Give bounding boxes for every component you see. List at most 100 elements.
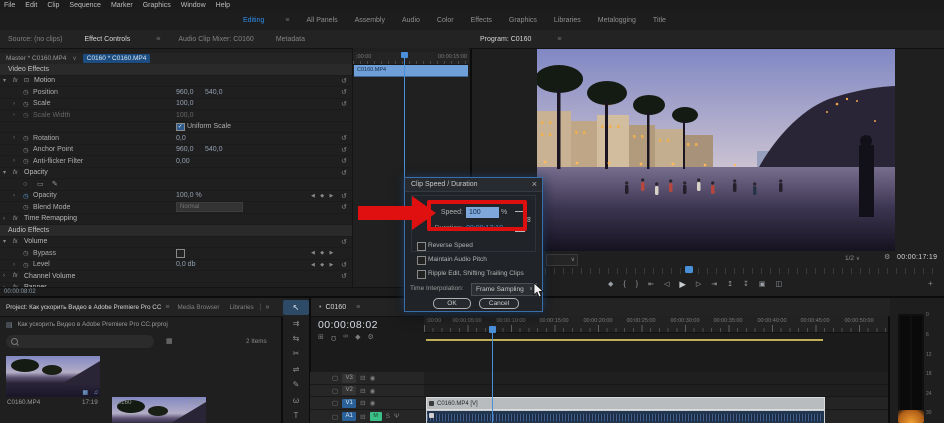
zoom-level-dropdown[interactable]: ∨ (546, 254, 578, 266)
blend-mode-dropdown[interactable]: Normal (176, 202, 243, 213)
ripple-edit-tool[interactable]: ⇆ (283, 331, 309, 346)
ec-mini-ruler[interactable]: ;00:00 00:00:15:00 (353, 52, 469, 65)
stopwatch-icon[interactable]: ◷ (23, 157, 29, 165)
position-y-value[interactable]: 540,0 (205, 89, 223, 96)
ok-button[interactable]: OK (433, 298, 471, 309)
ec-row-opacity[interactable]: › ◷ Opacity 100,0 % ◀ ◆ ▶ ↺ (0, 191, 352, 202)
sync-lock-icon[interactable]: ⊟ (360, 387, 365, 395)
fx-badge-icon[interactable]: fx (13, 239, 18, 245)
project-bin-row[interactable]: ▤ Как ускорить Видео в Adobe Premiere Pr… (0, 318, 279, 331)
fx-badge-icon[interactable]: fx (13, 78, 18, 84)
lift-icon[interactable]: ↥ (727, 280, 733, 288)
fx-badge-icon[interactable]: fx (13, 273, 18, 279)
panel-menu-icon[interactable]: ≡ (356, 304, 360, 311)
tab-sequence[interactable]: C0160 (325, 304, 346, 311)
add-marker-icon[interactable]: ◆ (355, 333, 360, 341)
maintain-audio-pitch-checkbox[interactable] (417, 256, 426, 265)
reset-icon[interactable]: ↺ (341, 100, 347, 108)
timeline-settings-icon[interactable]: ⊞ (318, 333, 324, 341)
track-badge[interactable]: V1 (342, 398, 357, 408)
reset-icon[interactable]: ↺ (341, 238, 347, 246)
ec-row-blend-mode[interactable]: ◷ Blend Mode Normal ↺ (0, 202, 352, 214)
reset-icon[interactable]: ↺ (341, 134, 347, 142)
pen-mask-icon[interactable]: ✎ (52, 180, 58, 188)
track-lane-v3[interactable] (424, 372, 888, 385)
workspace-title[interactable]: Title (653, 17, 666, 24)
menu-clip[interactable]: Clip (47, 2, 59, 9)
rotation-value[interactable]: 0,0 (176, 135, 186, 142)
tab-project[interactable]: Project: Как ускорить Видео в Adobe Prem… (6, 304, 161, 311)
sync-lock-icon[interactable]: ⊟ (360, 413, 365, 421)
track-lane-v2[interactable] (424, 385, 888, 397)
stopwatch-icon[interactable]: ◷ (23, 146, 29, 154)
tab-audio-clip-mixer[interactable]: Audio Clip Mixer: C0160 (178, 36, 253, 43)
ec-mini-clip[interactable]: C0160.MP4 (354, 65, 468, 77)
button-editor-plus-icon[interactable]: + (928, 279, 933, 288)
workspace-assembly[interactable]: Assembly (355, 17, 385, 24)
pen-tool[interactable]: ✎ (283, 377, 309, 392)
play-icon[interactable]: ▶ (679, 279, 686, 290)
timeline-playhead-line[interactable] (492, 327, 493, 423)
anchor-y-value[interactable]: 540,0 (205, 146, 223, 153)
anti-flicker-value[interactable]: 0,00 (176, 158, 190, 165)
tab-effect-controls[interactable]: Effect Controls (84, 36, 130, 43)
ec-clip-tab[interactable]: C0160 * C0160.MP4 (82, 54, 151, 63)
expand-icon[interactable]: ▾ (3, 169, 10, 176)
workspace-effects[interactable]: Effects (471, 17, 492, 24)
ec-row-time-remapping[interactable]: › fx Time Remapping (0, 214, 352, 225)
tab-metadata[interactable]: Metadata (276, 36, 305, 43)
export-frame-icon[interactable]: ▣ (759, 280, 766, 288)
expand-icon[interactable]: › (3, 273, 10, 279)
menu-file[interactable]: File (4, 2, 15, 9)
sync-lock-icon[interactable]: ⊟ (360, 374, 365, 382)
mark-out-icon[interactable]: } (636, 281, 638, 288)
tab-source[interactable]: Source: (no clips) (8, 36, 62, 43)
more-tabs-icon[interactable]: » (265, 304, 269, 311)
close-icon[interactable]: × (532, 179, 537, 189)
time-interpolation-dropdown[interactable]: Frame Sampling ∨ (471, 283, 537, 296)
tab-libraries[interactable]: Libraries (230, 304, 254, 311)
settings-wrench-icon[interactable]: ⚙ (884, 253, 890, 261)
stopwatch-icon[interactable]: ◷ (23, 249, 29, 257)
menu-help[interactable]: Help (216, 2, 230, 9)
toggle-track-output-icon[interactable]: ◉ (370, 399, 376, 407)
track-badge[interactable]: A1 (342, 412, 357, 421)
ec-playhead-marker[interactable] (401, 52, 408, 58)
ec-row-rotation[interactable]: › ◷ Rotation 0,0 ↺ (0, 133, 352, 145)
bypass-checkbox[interactable] (176, 249, 185, 258)
ec-row-scale[interactable]: › ◷ Scale 100,0 ↺ (0, 99, 352, 110)
audio-badge-icon[interactable]: ♫ (94, 390, 99, 396)
mark-in-icon[interactable]: { (623, 281, 625, 288)
search-input[interactable] (6, 335, 154, 348)
selection-tool[interactable]: ↖ (283, 300, 309, 316)
solo-button[interactable]: S (386, 413, 390, 420)
comparison-view-icon[interactable]: ◫ (776, 280, 783, 288)
reverse-speed-checkbox[interactable] (417, 242, 426, 251)
dialog-titlebar[interactable]: Clip Speed / Duration × (405, 178, 542, 192)
sync-lock-icon[interactable]: ⊟ (360, 399, 365, 407)
ec-row-volume[interactable]: ▾ fx Volume ↺ (0, 237, 352, 248)
workspace-audio[interactable]: Audio (402, 17, 420, 24)
stopwatch-icon[interactable]: ◷ (23, 100, 29, 108)
work-area-bar[interactable] (426, 339, 823, 341)
slip-tool[interactable]: ⇌ (283, 362, 309, 377)
ec-row-opacity-group[interactable]: ▾ fx Opacity ↺ (0, 168, 352, 179)
workspace-metalogging[interactable]: Metalogging (598, 17, 636, 24)
expand-icon[interactable]: › (13, 193, 15, 199)
menu-window[interactable]: Window (181, 2, 206, 9)
lock-icon[interactable]: ▢ (332, 413, 338, 421)
menu-sequence[interactable]: Sequence (69, 2, 101, 9)
ellipse-mask-icon[interactable]: ○ (23, 181, 27, 188)
add-marker-icon[interactable]: ◆ (608, 280, 613, 288)
toggle-track-output-icon[interactable]: ◉ (370, 387, 376, 395)
reset-icon[interactable]: ↺ (341, 77, 347, 85)
ec-row-scale-width[interactable]: › ◷ Scale Width 100,0 (0, 110, 352, 122)
project-item-name[interactable]: C0160 (113, 399, 132, 406)
keyframe-nav-icons[interactable]: ◀ ◆ ▶ (311, 262, 335, 268)
track-select-tool[interactable]: ⇉ (283, 315, 309, 330)
menu-graphics[interactable]: Graphics (143, 2, 171, 9)
type-tool[interactable]: T (283, 408, 309, 423)
linked-selection-icon[interactable]: ∞ (343, 333, 348, 341)
reset-icon[interactable]: ↺ (341, 146, 347, 154)
ec-row-level[interactable]: › ◷ Level 0,0 db ◀ ◆ ▶ ↺ (0, 260, 352, 271)
